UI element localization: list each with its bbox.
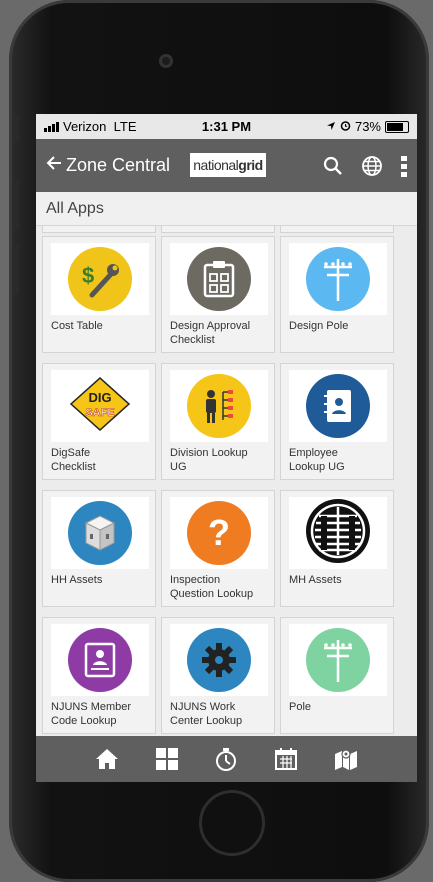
svg-text:SAFE: SAFE bbox=[85, 407, 114, 419]
id-card-icon bbox=[68, 628, 132, 692]
volume-up-button bbox=[13, 180, 19, 230]
app-tile-pole[interactable]: Pole bbox=[280, 617, 394, 734]
battery-icon bbox=[385, 120, 409, 133]
calendar-icon[interactable] bbox=[274, 748, 297, 770]
arrow-left-icon bbox=[46, 154, 62, 177]
back-button[interactable]: Zone Central bbox=[46, 154, 170, 177]
grid-icon[interactable] bbox=[156, 748, 179, 770]
app-label: HH Assets bbox=[51, 574, 103, 586]
map-icon[interactable] bbox=[334, 748, 358, 770]
top-nav-bar: Zone Central national grid bbox=[36, 139, 417, 192]
search-icon[interactable] bbox=[323, 156, 343, 176]
home-icon[interactable] bbox=[95, 748, 119, 770]
page-title-text: All Apps bbox=[46, 199, 104, 217]
bottom-tab-bar bbox=[36, 736, 417, 782]
app-label: NJUNS Member Code Lookup bbox=[51, 701, 132, 727]
battery-percent: 73% bbox=[354, 119, 381, 134]
digsafe-logo-icon: DIG SAFE bbox=[69, 376, 131, 437]
app-screen: Verizon LTE 1:31 PM 73% Zone Central nat… bbox=[36, 114, 417, 782]
app-tile-inspection-question-lookup[interactable]: ? Inspection Question Lookup bbox=[161, 490, 275, 607]
location-icon bbox=[326, 119, 336, 134]
app-tile-employee-lookup-ug[interactable]: Employee Lookup UG bbox=[280, 363, 394, 480]
home-button[interactable] bbox=[199, 790, 265, 856]
app-tile-digsafe-checklist[interactable]: DIG SAFE DigSafe Checklist bbox=[42, 363, 156, 480]
utility-pole-icon bbox=[306, 247, 370, 311]
app-label: NJUNS Work Center Lookup bbox=[170, 701, 243, 727]
network-type: LTE bbox=[113, 119, 137, 134]
svg-text:$: $ bbox=[82, 263, 94, 288]
page-title: All Apps bbox=[36, 192, 417, 226]
app-label: Cost Table bbox=[51, 320, 103, 332]
person-hierarchy-icon bbox=[187, 374, 251, 438]
app-tile-division-lookup-ug[interactable]: Division Lookup UG bbox=[161, 363, 275, 480]
app-tile-design-approval-checklist[interactable]: Design Approval Checklist bbox=[161, 236, 275, 353]
app-tile-design-pole[interactable]: Design Pole bbox=[280, 236, 394, 353]
utility-pole-icon bbox=[306, 628, 370, 692]
question-mark-icon: ? bbox=[187, 501, 251, 565]
status-bar: Verizon LTE 1:31 PM 73% bbox=[36, 114, 417, 139]
mute-switch bbox=[13, 115, 19, 143]
signal-icon bbox=[44, 121, 59, 132]
manhole-cover-icon bbox=[305, 498, 371, 569]
app-tile-cost-table[interactable]: $ Cost Table bbox=[42, 236, 156, 353]
globe-icon[interactable] bbox=[361, 155, 383, 177]
app-tile-partial[interactable] bbox=[280, 226, 394, 233]
national-grid-logo: national grid bbox=[190, 153, 266, 177]
volume-down-button bbox=[13, 245, 19, 295]
app-tile-mh-assets[interactable]: MH Assets bbox=[280, 490, 394, 607]
handhole-box-icon bbox=[68, 501, 132, 565]
app-tile-partial[interactable] bbox=[161, 226, 275, 233]
app-label: MH Assets bbox=[289, 574, 342, 586]
gear-icon bbox=[187, 628, 251, 692]
wrench-dollar-icon: $ bbox=[68, 247, 132, 311]
stopwatch-icon[interactable] bbox=[215, 747, 237, 771]
back-label: Zone Central bbox=[66, 155, 171, 175]
front-camera bbox=[159, 54, 173, 68]
contact-book-icon bbox=[306, 374, 370, 438]
app-label: Inspection Question Lookup bbox=[170, 574, 254, 600]
app-label: DigSafe Checklist bbox=[51, 447, 96, 473]
app-label: Employee Lookup UG bbox=[289, 447, 345, 473]
svg-text:?: ? bbox=[208, 513, 230, 553]
app-tile-njuns-work-center-lookup[interactable]: NJUNS Work Center Lookup bbox=[161, 617, 275, 734]
carrier: Verizon bbox=[63, 119, 107, 134]
app-grid: $ Cost Table Design Approval Checklist De… bbox=[36, 226, 417, 736]
more-vertical-icon[interactable] bbox=[401, 155, 407, 177]
app-tile-njuns-member-code-lookup[interactable]: NJUNS Member Code Lookup bbox=[42, 617, 156, 734]
app-tile-partial[interactable] bbox=[42, 226, 156, 233]
svg-text:DIG: DIG bbox=[88, 390, 111, 405]
app-label: Design Pole bbox=[289, 320, 349, 332]
clipboard-checklist-icon bbox=[187, 247, 251, 311]
app-label: Design Approval Checklist bbox=[170, 320, 251, 346]
app-label: Pole bbox=[289, 701, 312, 713]
app-tile-hh-assets[interactable]: HH Assets bbox=[42, 490, 156, 607]
alarm-icon bbox=[340, 119, 351, 134]
app-label: Division Lookup UG bbox=[170, 447, 248, 473]
